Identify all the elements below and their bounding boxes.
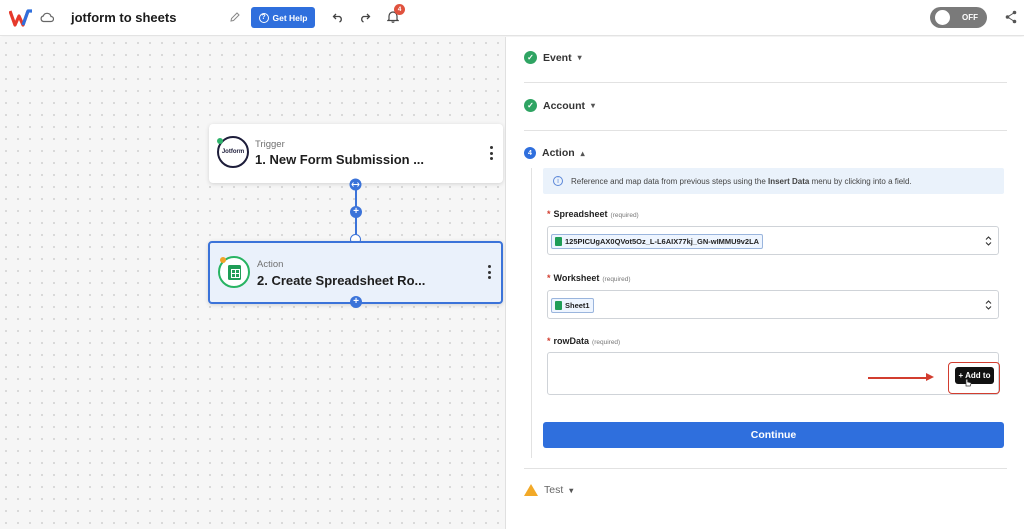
select-updown-icon [985, 300, 992, 310]
chevron-down-icon: ▾ [591, 101, 596, 110]
workflow-on-off-toggle[interactable]: OFF [930, 7, 987, 28]
action-more-options-icon[interactable] [487, 265, 491, 279]
rowdata-label: * rowData (required) [547, 336, 621, 346]
section-action[interactable]: 4 Action ▴ [524, 147, 585, 159]
hand-cursor-icon [965, 378, 972, 387]
section-guide-line [531, 168, 532, 458]
sheets-mini-icon [555, 237, 562, 246]
get-help-label: Get Help [272, 12, 308, 23]
notifications-count-badge: 4 [394, 4, 405, 15]
spreadsheet-value-chip[interactable]: 125PICUgAX0QVot5Oz_L-L6AIX77kj_GN-wIMMU9… [551, 234, 764, 249]
event-complete-check-icon: ✓ [524, 51, 537, 64]
worksheet-value-chip[interactable]: Sheet1 [551, 298, 594, 313]
action-step-number-icon: 4 [524, 147, 536, 159]
edit-title-pencil-icon[interactable] [229, 11, 241, 23]
trigger-node[interactable]: Jotform Trigger 1. New Form Submission .… [209, 124, 503, 183]
workflow-title[interactable]: jotform to sheets [71, 10, 176, 25]
trigger-step-name: 1. New Form Submission ... [255, 152, 425, 167]
redo-icon[interactable] [359, 11, 371, 23]
undo-icon[interactable] [332, 11, 344, 23]
section-event-label: Event [543, 51, 572, 64]
section-test[interactable]: Test ▾ [524, 484, 573, 496]
divider [524, 468, 1007, 469]
section-test-label: Test [544, 484, 564, 496]
toggle-label: OFF [962, 13, 978, 22]
section-account[interactable]: ✓ Account ▾ [524, 99, 595, 112]
trigger-more-options-icon[interactable] [489, 146, 493, 160]
info-icon: i [553, 176, 563, 186]
action-status-dot [220, 257, 226, 263]
app-logo-icon[interactable] [9, 9, 33, 27]
connector-split-icon[interactable] [349, 178, 362, 191]
get-help-button[interactable]: ? Get Help [251, 7, 315, 28]
worksheet-value: Sheet1 [565, 301, 590, 310]
top-bar: jotform to sheets ? Get Help 4 OFF [0, 0, 1024, 36]
action-kind-label: Action [257, 259, 284, 270]
chevron-up-icon: ▴ [580, 148, 585, 158]
annotation-arrow-head [926, 373, 934, 381]
sheets-mini-icon [555, 301, 562, 310]
annotation-arrow-line [868, 377, 928, 379]
spreadsheet-value: 125PICUgAX0QVot5Oz_L-L6AIX77kj_GN-wIMMU9… [565, 237, 760, 246]
worksheet-label: * Worksheet (required) [547, 273, 631, 283]
trigger-kind-label: Trigger [255, 139, 285, 150]
add-to-button[interactable]: + Add to [955, 367, 994, 384]
info-text: Reference and map data from previous ste… [571, 176, 912, 186]
jotform-logo-text: Jotform [221, 149, 245, 155]
add-step-button-icon[interactable]: + [350, 206, 362, 218]
account-complete-check-icon: ✓ [524, 99, 537, 112]
toggle-knob [935, 10, 950, 25]
action-step-name: 2. Create Spreadsheet Ro... [257, 273, 426, 288]
select-updown-icon [985, 236, 992, 246]
spreadsheet-select[interactable]: 125PICUgAX0QVot5Oz_L-L6AIX77kj_GN-wIMMU9… [547, 226, 999, 255]
divider [524, 82, 1007, 83]
trigger-status-dot [217, 138, 223, 144]
divider [524, 130, 1007, 131]
add-step-below-icon[interactable]: + [350, 296, 362, 308]
spreadsheet-label: * Spreadsheet (required) [547, 209, 639, 219]
section-action-label: Action [542, 147, 575, 159]
cloud-sync-icon [40, 12, 54, 23]
section-account-label: Account [543, 99, 585, 112]
chevron-down-icon: ▾ [577, 53, 582, 62]
continue-button[interactable]: Continue [543, 422, 1004, 448]
insert-data-info-banner: i Reference and map data from previous s… [543, 168, 1004, 194]
warning-triangle-icon [524, 484, 538, 496]
section-event[interactable]: ✓ Event ▾ [524, 51, 582, 64]
chevron-down-icon: ▾ [569, 485, 574, 495]
action-node[interactable]: Action 2. Create Spreadsheet Ro... [208, 241, 503, 304]
step-config-panel: ✓ Event ▾ ✓ Account ▾ 4 Action ▴ i Refer… [505, 37, 1024, 529]
worksheet-select[interactable]: Sheet1 [547, 290, 999, 319]
sheets-logo-icon [227, 264, 241, 280]
share-icon[interactable] [1005, 10, 1017, 24]
help-question-icon: ? [258, 12, 269, 23]
